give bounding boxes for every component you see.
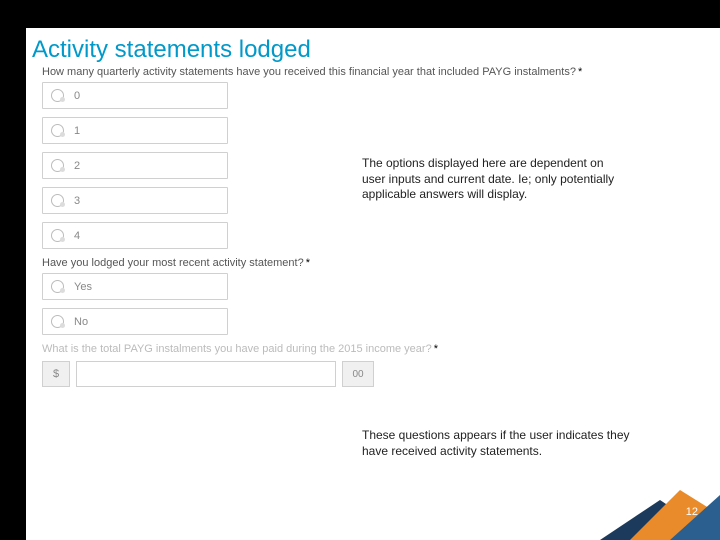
annotation-1: The options displayed here are dependent… — [362, 156, 622, 203]
option-row[interactable]: 4 — [42, 222, 228, 249]
radio-icon[interactable] — [51, 194, 64, 207]
option-row[interactable]: No — [42, 308, 228, 335]
option-label: 2 — [74, 160, 80, 172]
question-3: What is the total PAYG instalments you h… — [42, 343, 720, 355]
option-label: Yes — [74, 281, 92, 293]
required-mark: * — [304, 257, 310, 269]
page-title: Activity statements lodged — [32, 36, 720, 64]
question-1-text: How many quarterly activity statements h… — [42, 66, 576, 78]
question-2: Have you lodged your most recent activit… — [42, 257, 720, 269]
required-mark: * — [576, 66, 582, 78]
option-label: 4 — [74, 230, 80, 242]
option-row[interactable]: 0 — [42, 82, 228, 109]
corner-decoration — [600, 460, 720, 540]
radio-icon[interactable] — [51, 280, 64, 293]
option-row[interactable]: 2 — [42, 152, 228, 179]
radio-icon[interactable] — [51, 159, 64, 172]
amount-input[interactable] — [76, 361, 336, 387]
page-number: 12 — [686, 506, 698, 518]
option-label: 3 — [74, 195, 80, 207]
option-row[interactable]: Yes — [42, 273, 228, 300]
radio-icon[interactable] — [51, 229, 64, 242]
radio-icon[interactable] — [51, 315, 64, 328]
currency-symbol: $ — [42, 361, 70, 387]
radio-icon[interactable] — [51, 124, 64, 137]
option-label: 1 — [74, 125, 80, 137]
question-1: How many quarterly activity statements h… — [42, 66, 720, 78]
required-mark: * — [432, 343, 438, 355]
annotation-2: These questions appears if the user indi… — [362, 428, 652, 459]
option-label: No — [74, 316, 88, 328]
option-label: 0 — [74, 90, 80, 102]
radio-icon[interactable] — [51, 89, 64, 102]
option-row[interactable]: 3 — [42, 187, 228, 214]
slide: Activity statements lodged How many quar… — [26, 28, 720, 540]
question-3-text: What is the total PAYG instalments you h… — [42, 343, 432, 355]
question-2-text: Have you lodged your most recent activit… — [42, 257, 304, 269]
option-row[interactable]: 1 — [42, 117, 228, 144]
currency-input-row: $ 00 — [42, 361, 720, 387]
cents-label: 00 — [342, 361, 374, 387]
